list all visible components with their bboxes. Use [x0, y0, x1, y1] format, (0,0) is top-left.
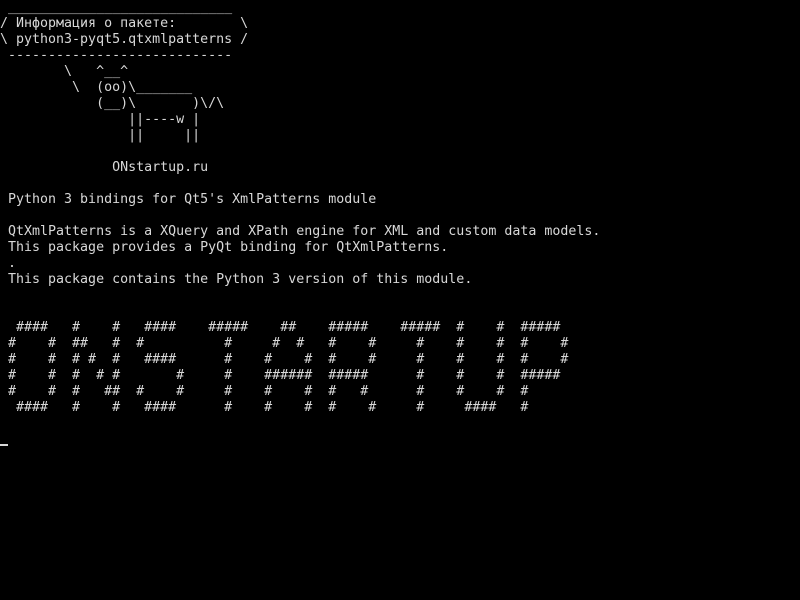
banner-art-line: #### # # #### # # # # # # #### # — [0, 400, 529, 415]
cow-art-line: \ ^__^ — [0, 64, 129, 79]
package-description-line: This package contains the Python 3 versi… — [0, 272, 473, 287]
banner-art-line: #### # # #### ##### ## ##### ##### # # #… — [0, 320, 561, 335]
speech-bubble-line-title: / Информация о пакете: \ — [0, 16, 249, 31]
terminal-screen: ____________________________ / Информаци… — [0, 0, 800, 600]
banner-art-line: # # # # # #### # # # # # # # # # # — [0, 352, 569, 367]
banner-art-line: # # # ## # # # # # # # # # # # — [0, 384, 529, 399]
speech-bubble-line-package: \ python3-pyqt5.qtxmlpatterns / — [0, 32, 249, 47]
cow-art-line: || || — [0, 128, 201, 143]
banner-art-line: # # # # # # # ###### ##### # # # ##### — [0, 368, 561, 383]
speech-bubble-bottom: ---------------------------- — [0, 48, 233, 63]
text-cursor — [0, 444, 8, 446]
site-name: ONstartup.ru — [0, 160, 209, 175]
cow-art-line: \ (oo)\_______ — [0, 80, 193, 95]
package-description-line: This package provides a PyQt binding for… — [0, 240, 449, 255]
cow-art-line: (__)\ )\/\ — [0, 96, 225, 111]
speech-bubble-top: ____________________________ — [0, 0, 233, 15]
banner-art-line: # # ## # # # # # # # # # # # # — [0, 336, 569, 351]
package-summary: Python 3 bindings for Qt5's XmlPatterns … — [0, 192, 377, 207]
package-description-line: QtXmlPatterns is a XQuery and XPath engi… — [0, 224, 601, 239]
cow-art-line: ||----w | — [0, 112, 201, 127]
package-description-line: . — [0, 256, 17, 271]
